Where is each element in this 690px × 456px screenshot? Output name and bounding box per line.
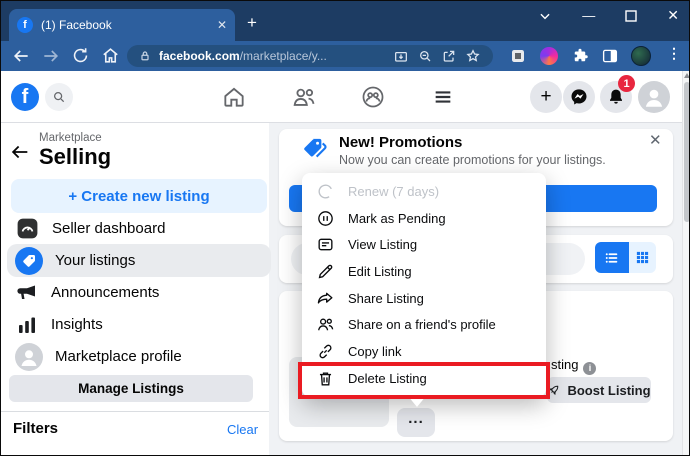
account-avatar[interactable] — [638, 81, 670, 113]
sidebar-divider — [1, 411, 269, 412]
pause-circle-icon — [316, 209, 335, 228]
promo-subtitle: Now you can create promotions for your l… — [339, 153, 606, 167]
new-tab-icon[interactable]: + — [247, 13, 257, 33]
megaphone-icon — [15, 281, 39, 305]
browser-tab[interactable]: f (1) Facebook ✕ — [9, 9, 235, 41]
messenger-icon — [569, 87, 589, 107]
zoom-out-icon[interactable] — [417, 48, 433, 64]
back-icon[interactable] — [11, 46, 31, 66]
menu-item-share-on-friends-profile[interactable]: Share on a friend's profile — [302, 311, 546, 338]
menu-item-edit-listing[interactable]: Edit Listing — [302, 258, 546, 285]
home-toolbar-icon[interactable] — [101, 46, 120, 65]
menu-item-share-listing[interactable]: Share Listing — [302, 285, 546, 312]
tag-icon — [15, 247, 43, 275]
promo-title: New! Promotions — [339, 134, 462, 151]
create-plus-button[interactable]: + — [530, 81, 562, 113]
clear-filters-link[interactable]: Clear — [227, 422, 258, 437]
promo-close-icon[interactable]: ✕ — [649, 131, 662, 149]
create-new-listing-button[interactable]: + Create new listing — [11, 179, 267, 213]
list-view-icon — [603, 249, 621, 267]
lock-icon — [139, 50, 151, 62]
promotions-tags-icon — [301, 136, 328, 163]
sidebar-title: Selling — [39, 144, 111, 170]
extensions-puzzle-icon[interactable] — [571, 47, 589, 65]
facebook-favicon-icon: f — [17, 17, 33, 33]
url-path: /marketplace/y... — [240, 49, 327, 63]
notification-badge: 1 — [618, 75, 635, 92]
menu-item-renew: Renew (7 days) — [302, 178, 546, 205]
sidebar-item-announcements[interactable]: Announcements — [7, 276, 271, 309]
share-arrow-icon — [316, 289, 335, 308]
menu-item-mark-as-pending[interactable]: Mark as Pending — [302, 205, 546, 232]
grid-view-toggle[interactable] — [629, 242, 656, 273]
maximize-icon[interactable] — [625, 10, 637, 22]
bookmark-star-icon[interactable] — [465, 48, 481, 64]
colorful-extension-icon[interactable] — [540, 47, 558, 65]
pencil-icon — [316, 262, 335, 281]
scrollbar-up-arrow[interactable] — [684, 73, 690, 78]
seller-dashboard-icon — [15, 216, 40, 241]
boost-listing-button[interactable]: Boost Listing — [547, 377, 651, 403]
search-button[interactable] — [45, 83, 73, 111]
list-view-toggle[interactable] — [595, 242, 629, 273]
groups-nav-icon[interactable] — [360, 84, 386, 110]
more-options-button[interactable]: ... — [397, 408, 435, 437]
window-close-icon[interactable]: ✕ — [667, 7, 679, 24]
profile-avatar-icon[interactable] — [631, 46, 651, 66]
tab-search-chevron-icon[interactable] — [538, 9, 552, 23]
side-panel-icon[interactable] — [601, 47, 619, 65]
url-domain: facebook.com — [159, 49, 240, 63]
manage-listings-button[interactable]: Manage Listings — [9, 375, 253, 402]
screenshot-extension-icon[interactable] — [509, 47, 527, 65]
friends-nav-icon[interactable] — [291, 84, 317, 110]
facebook-logo[interactable]: f — [11, 83, 39, 111]
person-icon — [641, 84, 667, 110]
profile-avatar — [15, 343, 43, 371]
address-bar[interactable]: facebook.com/marketplace/y... — [127, 45, 493, 67]
renew-icon — [316, 182, 335, 201]
menu-nav-icon[interactable] — [432, 86, 454, 108]
bar-chart-icon — [15, 313, 39, 337]
boost-label-fragment: stingi — [551, 357, 596, 375]
tab-title: (1) Facebook — [41, 18, 209, 32]
reload-icon[interactable] — [71, 46, 90, 65]
annotation-highlight-box — [298, 362, 550, 399]
info-icon[interactable]: i — [583, 362, 596, 375]
menu-item-view-listing[interactable]: View Listing — [302, 231, 546, 258]
browser-window: f (1) Facebook ✕ + — ✕ facebook.com/mark… — [0, 0, 690, 456]
article-icon — [316, 235, 335, 254]
kebab-menu-icon[interactable]: ⋮ — [667, 45, 681, 62]
people-icon — [316, 315, 335, 334]
minimize-icon[interactable]: — — [582, 8, 595, 23]
home-nav-icon[interactable] — [221, 84, 247, 110]
back-arrow-icon[interactable] — [9, 141, 31, 163]
link-icon — [316, 342, 335, 361]
install-icon[interactable] — [393, 48, 409, 64]
sidebar-eyebrow: Marketplace — [39, 132, 102, 144]
messenger-button[interactable] — [563, 81, 595, 113]
menu-item-copy-link[interactable]: Copy link — [302, 338, 546, 365]
filters-label: Filters — [13, 420, 58, 437]
page-scrollbar — [682, 71, 690, 456]
sidebar-item-your-listings[interactable]: Your listings — [7, 244, 271, 277]
forward-icon[interactable] — [41, 46, 61, 66]
share-icon[interactable] — [441, 48, 457, 64]
sidebar-item-marketplace-profile[interactable]: Marketplace profile — [7, 340, 271, 373]
scrollbar-thumb[interactable] — [684, 82, 690, 222]
search-icon — [52, 90, 66, 104]
grid-view-icon — [635, 250, 650, 265]
sidebar-item-insights[interactable]: Insights — [7, 308, 271, 341]
sidebar-item-seller-dashboard[interactable]: Seller dashboard — [7, 212, 271, 245]
tab-close-icon[interactable]: ✕ — [217, 18, 227, 32]
